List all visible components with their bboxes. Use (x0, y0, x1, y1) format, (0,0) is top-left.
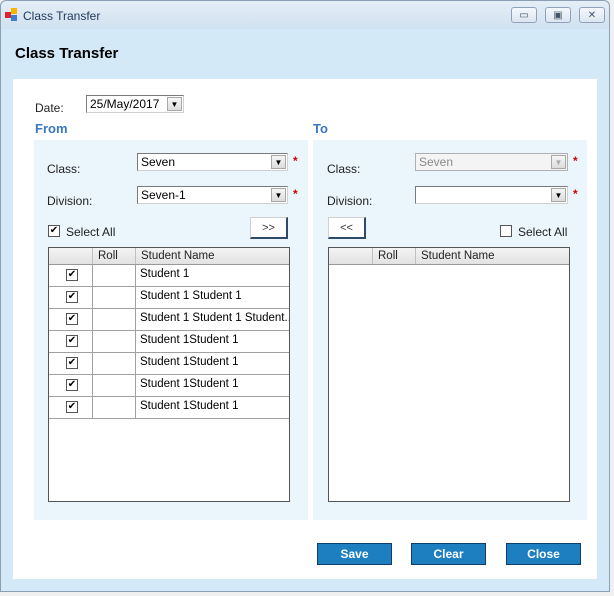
row-checkbox[interactable]: ✔ (66, 401, 78, 413)
to-class-select[interactable]: Seven ▼ (415, 153, 568, 171)
student-name-cell: Student 1 Student 1 Student... (140, 312, 289, 324)
close-button[interactable]: Close (506, 543, 581, 565)
required-marker: * (293, 154, 298, 168)
row-select-cell: ✔ (49, 287, 93, 308)
from-division-value: Seven-1 (141, 188, 186, 202)
column-header-student-name[interactable]: Student Name (136, 248, 289, 264)
page-title: Class Transfer (15, 45, 119, 62)
from-class-value: Seven (141, 155, 176, 169)
row-checkbox[interactable]: ✔ (66, 291, 78, 303)
move-left-button[interactable]: << (328, 217, 366, 239)
table-row[interactable]: ✔ Student 1Student 1 (49, 375, 289, 397)
table-row[interactable]: ✔ Student 1Student 1 (49, 353, 289, 375)
required-marker: * (293, 187, 298, 201)
row-checkbox[interactable]: ✔ (66, 357, 78, 369)
student-name-cell: Student 1Student 1 (140, 356, 239, 368)
student-name-cell: Student 1 Student 1 (140, 290, 242, 302)
to-division-label: Division: (327, 194, 373, 208)
roll-cell (93, 287, 136, 308)
row-select-cell: ✔ (49, 331, 93, 352)
row-select-cell: ✔ (49, 353, 93, 374)
student-name-cell: Student 1 (140, 268, 190, 280)
student-name-cell: Student 1Student 1 (140, 400, 239, 412)
window-title: Class Transfer (23, 9, 101, 23)
maximize-button[interactable]: ▣ (545, 7, 571, 23)
roll-cell (93, 309, 136, 330)
table-row[interactable]: ✔ Student 1 (49, 265, 289, 287)
roll-cell (93, 265, 136, 286)
app-icon (5, 8, 19, 22)
roll-cell (93, 353, 136, 374)
close-window-button[interactable]: ✕ (579, 7, 605, 23)
move-right-button[interactable]: >> (250, 217, 288, 239)
row-checkbox[interactable]: ✔ (66, 269, 78, 281)
roll-cell (93, 397, 136, 418)
dropdown-arrow-icon[interactable]: ▼ (551, 155, 566, 169)
column-header-student-name[interactable]: Student Name (416, 248, 569, 264)
to-class-label: Class: (327, 162, 361, 176)
from-class-label: Class: (47, 162, 81, 176)
to-select-all-checkbox[interactable] (500, 225, 512, 237)
column-header-select[interactable] (49, 248, 93, 264)
table-row[interactable]: ✔ Student 1 Student 1 (49, 287, 289, 309)
dropdown-arrow-icon[interactable]: ▼ (551, 188, 566, 202)
to-select-all-label: Select All (518, 225, 568, 239)
date-picker[interactable]: 25/May/2017 ▼ (86, 95, 184, 113)
maximize-icon: ▣ (553, 9, 563, 21)
to-students-grid: Roll Student Name (328, 247, 570, 502)
from-division-label: Division: (47, 194, 93, 208)
column-header-roll[interactable]: Roll (373, 248, 416, 264)
minimize-icon: ▭ (519, 9, 529, 21)
grid-header: Roll Student Name (329, 248, 569, 265)
dropdown-arrow-icon[interactable]: ▼ (167, 97, 182, 111)
row-checkbox[interactable]: ✔ (66, 313, 78, 325)
dropdown-arrow-icon[interactable]: ▼ (271, 155, 286, 169)
from-class-select[interactable]: Seven ▼ (137, 153, 288, 171)
grid-header: Roll Student Name (49, 248, 289, 265)
row-select-cell: ✔ (49, 265, 93, 286)
table-row[interactable]: ✔ Student 1 Student 1 Student... (49, 309, 289, 331)
student-name-cell: Student 1Student 1 (140, 334, 239, 346)
required-marker: * (573, 154, 578, 168)
roll-cell (93, 375, 136, 396)
from-division-select[interactable]: Seven-1 ▼ (137, 186, 288, 204)
student-name-cell: Student 1Student 1 (140, 378, 239, 390)
row-checkbox[interactable]: ✔ (66, 335, 78, 347)
from-select-all-label: Select All (66, 225, 116, 239)
to-class-value: Seven (419, 155, 454, 169)
required-marker: * (573, 187, 578, 201)
row-select-cell: ✔ (49, 397, 93, 418)
row-checkbox[interactable]: ✔ (66, 379, 78, 391)
title-bar: Class Transfer ▭ ▣ ✕ (1, 1, 609, 29)
row-select-cell: ✔ (49, 309, 93, 330)
dropdown-arrow-icon[interactable]: ▼ (271, 188, 286, 202)
clear-button[interactable]: Clear (411, 543, 486, 565)
date-label: Date: (35, 101, 64, 115)
column-header-select[interactable] (329, 248, 373, 264)
roll-cell (93, 331, 136, 352)
minimize-button[interactable]: ▭ (511, 7, 537, 23)
row-select-cell: ✔ (49, 375, 93, 396)
from-students-grid: Roll Student Name ✔ Student 1 ✔ Student 1 S… (48, 247, 290, 502)
to-section-title: To (313, 121, 328, 136)
close-icon: ✕ (587, 9, 597, 21)
column-header-roll[interactable]: Roll (93, 248, 136, 264)
save-button[interactable]: Save (317, 543, 392, 565)
date-value: 25/May/2017 (90, 97, 160, 111)
from-select-all-checkbox[interactable]: ✔ (48, 225, 60, 237)
table-row[interactable]: ✔ Student 1Student 1 (49, 397, 289, 419)
to-division-select[interactable]: ▼ (415, 186, 568, 204)
from-grid-body: ✔ Student 1 ✔ Student 1 Student 1 ✔ Student 1… (49, 265, 289, 419)
from-section-title: From (35, 121, 68, 136)
class-transfer-window: Class Transfer ▭ ▣ ✕ Class Transfer Date… (0, 0, 610, 592)
table-row[interactable]: ✔ Student 1Student 1 (49, 331, 289, 353)
